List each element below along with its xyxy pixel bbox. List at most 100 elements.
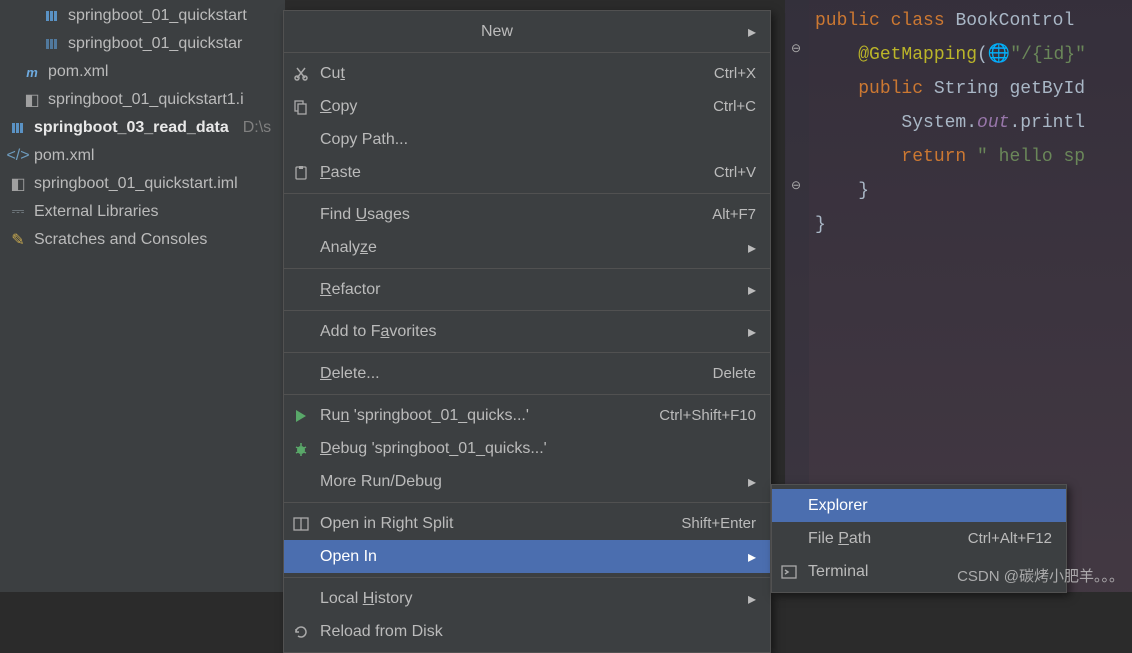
watermark: CSDN @碳烤小肥羊。。。 [957,565,1124,586]
menu-item-open-in-right-split[interactable]: Open in Right Split Shift+Enter [284,507,770,540]
tree-item-springboot_01_quickstart[interactable]: springboot_01_quickstart [0,2,285,30]
submenu-arrow-icon: ▸ [748,22,756,42]
menu-label: Open in Right Split [320,515,671,533]
pom-icon: m [24,64,40,80]
menu-separator [284,193,770,194]
globe-icon: 🌐 [988,45,1010,65]
menu-label: Debug 'springboot_01_quicks...' [320,440,756,458]
menu-label: File Path [808,530,958,548]
blank-icon [292,281,310,299]
menu-item-new[interactable]: New ▸ [284,15,770,48]
iml-icon: ◧ [10,176,26,192]
lib-icon: ⎓ [10,204,26,220]
tree-item-springboot_03_read_data[interactable]: springboot_03_read_dataD:\s [0,114,285,142]
menu-item-more-run-debug[interactable]: More Run/Debug ▸ [284,465,770,498]
submenu-arrow-icon: ▸ [748,238,756,258]
tree-item-Scratches-and-Consoles[interactable]: ✎ Scratches and Consoles [0,226,285,254]
fold-marker[interactable]: ⊖ [791,32,801,66]
code-type: String [934,79,1010,99]
menu-shortcut: Ctrl+Shift+F10 [659,407,756,424]
tree-label: springboot_01_quickstart [68,7,247,25]
menu-item-run-springboot_01_quicks-[interactable]: Run 'springboot_01_quicks...' Ctrl+Shift+… [284,399,770,432]
code-brace: } [815,215,826,235]
menu-separator [284,268,770,269]
menu-label: Copy Path... [320,131,756,149]
code-brace: } [858,181,869,201]
blank-icon [292,365,310,383]
code-keyword: return [901,147,977,167]
code-string: "/{id}" [1010,45,1086,65]
tree-label: springboot_01_quickstart1.i [48,91,244,109]
tree-label: springboot_01_quickstar [68,35,242,53]
copy-icon [292,98,310,116]
submenu-arrow-icon: ▸ [748,472,756,492]
tree-item-pom-xml[interactable]: mpom.xml [0,58,285,86]
cut-icon [292,65,310,83]
code-field: out [977,113,1009,133]
menu-item-copy[interactable]: CopyCtrl+C [284,90,770,123]
reload-icon [292,623,310,641]
submenu-arrow-icon: ▸ [748,322,756,342]
menu-item-find-usages[interactable]: Find Usages Alt+F7 [284,198,770,231]
menu-label: Delete... [320,365,703,383]
menu-shortcut: Ctrl+C [713,98,756,115]
debug-icon [292,440,310,458]
menu-label: Find Usages [320,206,702,224]
menu-label: New [292,23,730,41]
context-menu: New ▸ CutCtrl+XCopyCtrl+C Copy Path... Paste… [283,10,771,653]
menu-separator [284,310,770,311]
folder-icon [10,120,26,136]
xml-icon: </> [10,148,26,164]
iml-icon: ◧ [24,92,40,108]
fold-marker[interactable]: ⊖ [791,169,801,203]
code-text: System. [901,113,977,133]
terminal-icon [780,563,798,581]
folder-icon [44,36,60,52]
code-annotation: @GetMapping [858,45,977,65]
code-method: getById [1009,79,1085,99]
submenu-arrow-icon: ▸ [748,547,756,567]
menu-item-cut[interactable]: CutCtrl+X [284,57,770,90]
menu-separator [284,352,770,353]
menu-shortcut: Alt+F7 [712,206,756,223]
menu-label: Open In [320,548,730,566]
tree-item-External-Libraries[interactable]: ⎓External Libraries [0,198,285,226]
menu-item-copy-path-[interactable]: Copy Path... [284,123,770,156]
project-tree[interactable]: springboot_01_quickstart springboot_01_qu… [0,0,285,592]
menu-item-local-history[interactable]: Local History▸ [284,582,770,615]
code-text: .printl [1009,113,1085,133]
blank-icon [292,239,310,257]
tree-label: pom.xml [34,147,94,165]
menu-shortcut: Ctrl+V [714,164,756,181]
blank-icon [292,206,310,224]
menu-separator [284,52,770,53]
menu-item-add-to-favorites[interactable]: Add to Favorites▸ [284,315,770,348]
tree-label: Scratches and Consoles [34,231,207,249]
menu-item-refactor[interactable]: Refactor▸ [284,273,770,306]
tree-item-springboot_01_quickstart1-i[interactable]: ◧ springboot_01_quickstart1.i [0,86,285,114]
menu-item-analyze[interactable]: Analyze ▸ [284,231,770,264]
menu-shortcut: Shift+Enter [681,515,756,532]
blank-icon [292,548,310,566]
tree-item-springboot_01_quickstar[interactable]: springboot_01_quickstar [0,30,285,58]
menu-item-file-path[interactable]: File PathCtrl+Alt+F12 [772,522,1066,555]
menu-item-delete-[interactable]: Delete...Delete [284,357,770,390]
submenu-arrow-icon: ▸ [748,280,756,300]
folder-icon [44,8,60,24]
menu-label: Analyze [320,239,730,257]
menu-item-paste[interactable]: PasteCtrl+V [284,156,770,189]
tree-label: springboot_03_read_data [34,119,229,137]
blank-icon [780,497,798,515]
menu-label: More Run/Debug [320,473,730,491]
blank-icon [292,590,310,608]
tree-item-pom-xml[interactable]: </> pom.xml [0,142,285,170]
menu-label: Run 'springboot_01_quicks...' [320,407,649,425]
scratch-icon: ✎ [10,232,26,248]
blank-icon [292,131,310,149]
menu-item-open-in[interactable]: Open In ▸ [284,540,770,573]
menu-item-reload-from-disk[interactable]: Reload from Disk [284,615,770,648]
menu-item-debug-springboot_01_quicks-[interactable]: Debug 'springboot_01_quicks...' [284,432,770,465]
tree-item-springboot_01_quickstart-iml[interactable]: ◧springboot_01_quickstart.iml [0,170,285,198]
menu-label: Reload from Disk [320,623,756,641]
menu-item-explorer[interactable]: Explorer [772,489,1066,522]
